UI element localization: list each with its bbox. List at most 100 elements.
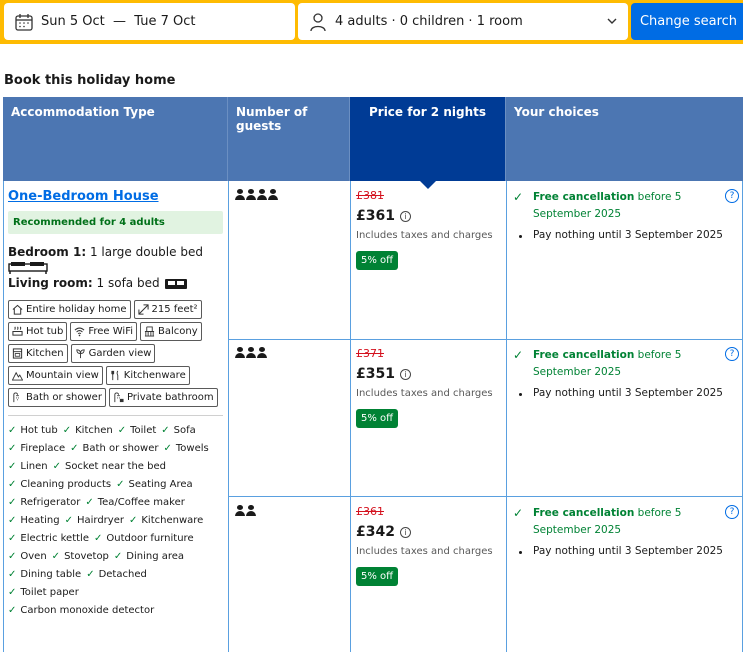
- facility-item: Carbon monoxide detector: [8, 602, 154, 620]
- living-room-value: 1 sofa bed: [92, 276, 160, 290]
- chip-mountain-view: Mountain view: [8, 366, 103, 385]
- facility-item: Dining table: [8, 566, 81, 584]
- help-icon[interactable]: ?: [725, 189, 739, 203]
- pay-nothing: Pay nothing until 3 September 2025: [513, 229, 741, 241]
- person-icon: [257, 189, 267, 200]
- facility-item: Refrigerator: [8, 494, 80, 512]
- hot-tub-icon: [12, 326, 23, 336]
- person-icon: [268, 189, 278, 200]
- divider: [8, 415, 223, 416]
- facilities-list: Hot tub Kitchen Toilet Sofa Fireplace Bath o…: [8, 422, 230, 620]
- mountain-icon: [12, 371, 23, 381]
- guest-count-icons: [235, 347, 268, 361]
- facility-item: Cleaning products: [8, 476, 111, 494]
- free-cancellation: Free cancellation before 5 September 202…: [513, 347, 741, 381]
- living-room-label: Living room:: [8, 276, 93, 290]
- grid-line: [228, 339, 743, 340]
- garden-icon: [75, 349, 85, 359]
- change-search-button[interactable]: Change search: [631, 3, 743, 40]
- chip-private-bathroom: Private bathroom: [108, 388, 218, 407]
- taxes-note: Includes taxes and charges: [356, 388, 493, 399]
- info-icon[interactable]: i: [399, 210, 411, 222]
- info-icon[interactable]: i: [399, 526, 411, 538]
- taxes-note: Includes taxes and charges: [356, 546, 493, 557]
- info-icon[interactable]: i: [399, 368, 411, 380]
- facility-item: Sofa: [161, 422, 196, 440]
- choices-cell: Free cancellation before 5 September 202…: [513, 189, 741, 241]
- room-features: Entire holiday home 215 feet² Hot tub Fr…: [8, 300, 228, 407]
- price-cell: £381 £361 i Includes taxes and charges 5%…: [356, 189, 506, 270]
- sofa-bed-icon: [164, 277, 188, 291]
- person-icon: [235, 347, 245, 358]
- facility-item: Tea/Coffee maker: [85, 494, 185, 512]
- choices-cell: Free cancellation before 5 September 202…: [513, 347, 741, 399]
- guest-count-icons: [235, 189, 279, 203]
- help-icon[interactable]: ?: [725, 505, 739, 519]
- facility-item: Toilet: [118, 422, 156, 440]
- accommodation-cell: One-Bedroom House Recommended for 4 adul…: [3, 181, 228, 620]
- facility-item: Hot tub: [8, 422, 57, 440]
- header-number-of-guests: Number of guests: [228, 97, 350, 181]
- grid-line: [506, 181, 507, 652]
- home-icon: [12, 304, 23, 315]
- bedroom-value: 1 large double bed: [86, 245, 203, 259]
- facility-item: Bath or shower: [70, 440, 159, 458]
- chip-garden-view: Garden view: [70, 344, 156, 363]
- discount-badge: 5% off: [356, 567, 399, 586]
- guests-text: 4 adults · 0 children · 1 room: [335, 14, 523, 29]
- facility-item: Linen: [8, 458, 47, 476]
- facility-item: Heating: [8, 512, 59, 530]
- person-icon: [308, 12, 328, 32]
- header-your-choices: Your choices: [506, 97, 743, 181]
- wifi-icon: [74, 327, 85, 337]
- facility-item: Oven: [8, 548, 46, 566]
- guests-selector[interactable]: 4 adults · 0 children · 1 room: [298, 3, 628, 40]
- choices-cell: Free cancellation before 5 September 202…: [513, 505, 741, 557]
- living-room-info: Living room: 1 sofa bed: [8, 275, 223, 292]
- facility-item: Toilet paper: [8, 584, 78, 602]
- facility-item: Fireplace: [8, 440, 65, 458]
- private-bathroom-icon: [114, 392, 124, 403]
- help-icon[interactable]: ?: [725, 347, 739, 361]
- current-price: £351 i: [356, 366, 506, 382]
- header-price: Price for 2 nights: [350, 97, 506, 189]
- person-icon: [246, 505, 256, 516]
- chip-bath-shower: Bath or shower: [8, 388, 106, 407]
- double-bed-icon: [8, 261, 223, 275]
- pay-nothing: Pay nothing until 3 September 2025: [513, 545, 741, 557]
- original-price: £371: [356, 347, 384, 360]
- balcony-icon: [144, 326, 155, 337]
- chip-kitchen: Kitchen: [8, 344, 68, 363]
- chevron-down-icon: [606, 15, 618, 27]
- shower-icon: [13, 392, 19, 403]
- original-price: £381: [356, 189, 384, 202]
- discount-badge: 5% off: [356, 251, 399, 270]
- person-icon: [257, 347, 267, 358]
- chip-size: 215 feet²: [133, 300, 202, 319]
- kitchen-icon: [12, 348, 23, 359]
- current-price: £361 i: [356, 208, 506, 224]
- facility-item: Dining area: [114, 548, 184, 566]
- facility-item: Hairdryer: [65, 512, 124, 530]
- facility-item: Detached: [86, 566, 147, 584]
- grid-line: [228, 496, 743, 497]
- chip-entire-home: Entire holiday home: [8, 300, 131, 319]
- room-table: Accommodation Type Number of guests Pric…: [3, 97, 743, 652]
- chip-balcony: Balcony: [140, 322, 202, 341]
- guest-count-icons: [235, 505, 257, 519]
- person-icon: [235, 505, 245, 516]
- date-picker[interactable]: Sun 5 Oct — Tue 7 Oct: [4, 3, 295, 40]
- original-price: £361: [356, 505, 384, 518]
- chip-wifi: Free WiFi: [70, 322, 137, 341]
- facility-item: Seating Area: [116, 476, 192, 494]
- person-icon: [246, 347, 256, 358]
- date-range-text: Sun 5 Oct — Tue 7 Oct: [41, 14, 196, 29]
- facility-item: Kitchenware: [129, 512, 203, 530]
- section-title: Book this holiday home: [4, 73, 176, 88]
- room-name-link[interactable]: One-Bedroom House: [8, 189, 223, 204]
- size-icon: [137, 304, 149, 315]
- grid-line: [350, 181, 351, 652]
- bedroom-label: Bedroom 1:: [8, 245, 87, 259]
- facility-item: Kitchen: [63, 422, 113, 440]
- price-cell: £371 £351 i Includes taxes and charges 5%…: [356, 347, 506, 428]
